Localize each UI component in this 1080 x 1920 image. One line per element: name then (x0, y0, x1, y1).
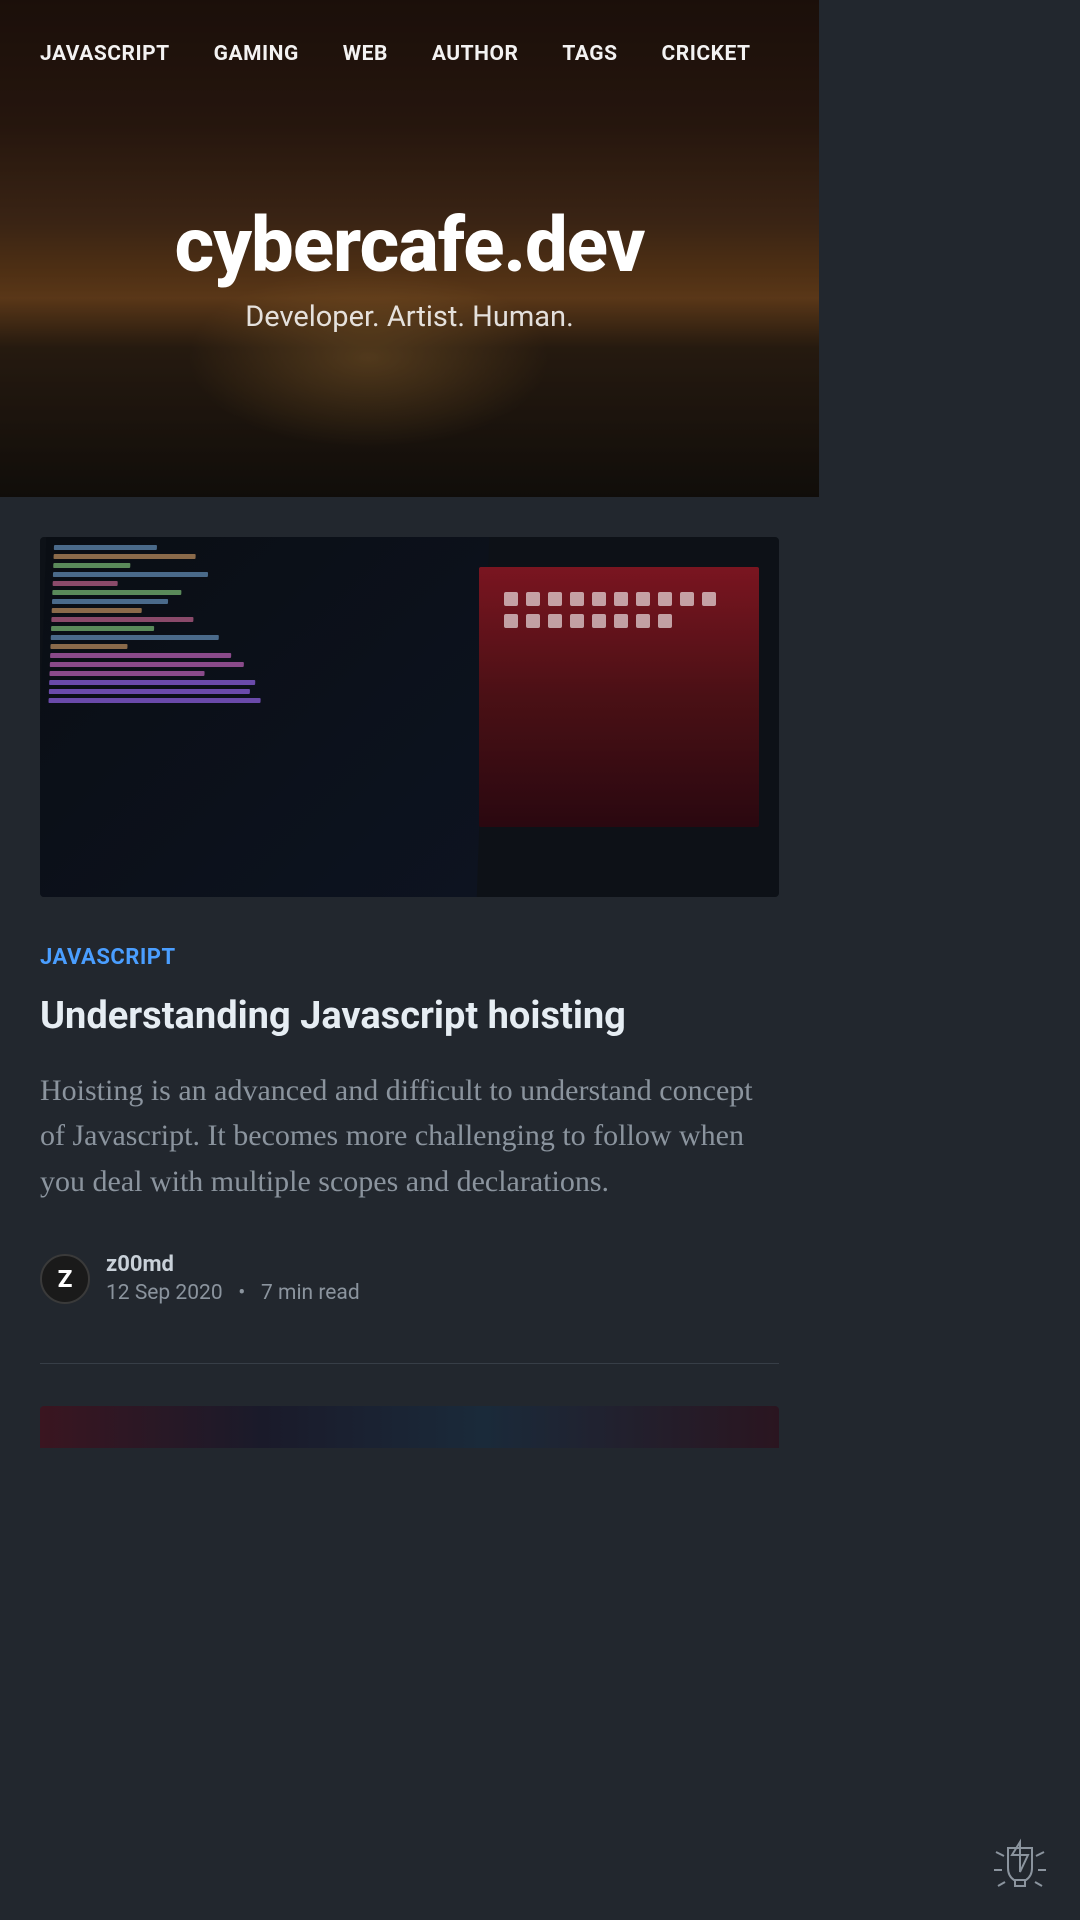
post-divider (40, 1363, 779, 1364)
site-description: Developer. Artist. Human. (245, 300, 573, 334)
post-feed: JAVASCRIPT Understanding Javascript hois… (0, 497, 819, 1488)
post-tag[interactable]: JAVASCRIPT (40, 945, 779, 970)
author-avatar[interactable]: Z (40, 1254, 90, 1304)
post-title[interactable]: Understanding Javascript hoisting (40, 994, 779, 1040)
post-meta: Z z00md 12 Sep 2020 • 7 min read (40, 1252, 779, 1305)
hero-content: cybercafe.dev Developer. Artist. Human. (0, 36, 819, 497)
post-card[interactable]: JAVASCRIPT Understanding Javascript hois… (40, 537, 779, 1364)
post-feature-image[interactable] (40, 537, 779, 897)
post-byline: 12 Sep 2020 • 7 min read (106, 1281, 360, 1305)
lightbulb-icon[interactable] (980, 1830, 1060, 1900)
post-date: 12 Sep 2020 (106, 1281, 223, 1305)
byline-separator: • (238, 1281, 245, 1305)
next-post-feature-image[interactable] (40, 1406, 779, 1448)
post-read-time: 7 min read (261, 1281, 360, 1305)
author-name[interactable]: z00md (106, 1252, 360, 1277)
hero-header: JAVASCRIPT GAMING WEB AUTHOR TAGS CRICKE… (0, 0, 819, 497)
site-title: cybercafe.dev (175, 200, 645, 290)
post-excerpt: Hoisting is an advanced and difficult to… (40, 1068, 779, 1205)
